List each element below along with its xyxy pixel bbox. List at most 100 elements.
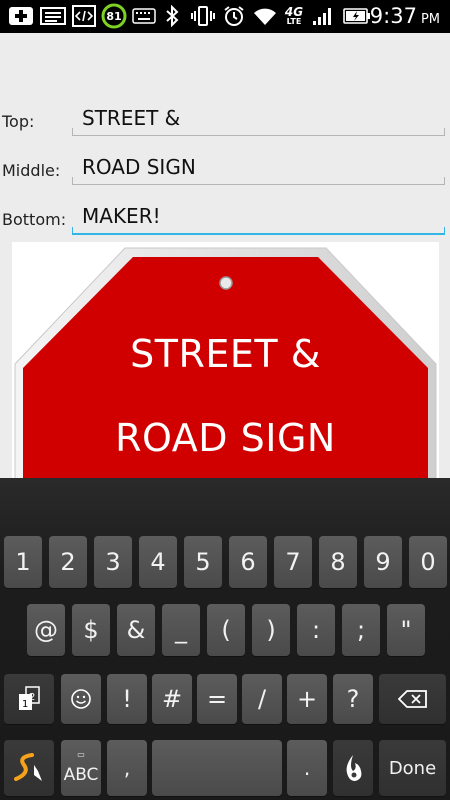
key-label: _ xyxy=(175,616,187,644)
key-label: : xyxy=(311,616,321,644)
svg-text:1: 1 xyxy=(22,699,28,710)
key-label: 5 xyxy=(195,548,211,576)
bottom-text-row: Bottom: xyxy=(0,196,450,240)
soft-keyboard: 21 ▭ ABC , . Done 1 2 3 4 5 6 7 8 9 0 @ $ & _ ():; "! # =… xyxy=(0,478,450,800)
key-underscore[interactable]: _ xyxy=(162,604,200,656)
key-1[interactable]: 1 xyxy=(4,536,42,588)
dragon-flame-icon xyxy=(346,755,362,781)
key-slash[interactable]: / xyxy=(242,674,282,724)
key-label: 6 xyxy=(240,548,256,576)
clock-time: 9:37 xyxy=(369,4,417,28)
middle-input-underline xyxy=(72,177,445,185)
key-label: & xyxy=(126,616,146,644)
key-6[interactable]: 6 xyxy=(229,536,267,588)
key-label: 8 xyxy=(330,548,346,576)
signal-bars-icon xyxy=(310,4,336,28)
key-label: $ xyxy=(83,616,99,644)
bluetooth-icon xyxy=(162,4,182,28)
done-key[interactable]: Done xyxy=(379,740,446,796)
alarm-icon xyxy=(222,4,246,28)
voice-input-key[interactable] xyxy=(333,740,373,796)
key-quote[interactable]: " xyxy=(387,604,425,656)
key-9[interactable]: 9 xyxy=(364,536,402,588)
bottom-input-underline xyxy=(72,227,445,235)
key-colon[interactable]: : xyxy=(297,604,335,656)
sign-line-2: ROAD SIGN xyxy=(115,416,336,460)
key-label: 7 xyxy=(285,548,301,576)
comma-key[interactable]: , xyxy=(107,740,147,796)
key-label: = xyxy=(206,685,228,713)
period-label: . xyxy=(303,756,311,780)
key-label: # xyxy=(161,685,183,713)
key-at[interactable]: @ xyxy=(27,604,65,656)
space-key[interactable] xyxy=(152,740,282,796)
key-ampersand[interactable]: & xyxy=(117,604,155,656)
period-key[interactable]: . xyxy=(287,740,327,796)
key-3[interactable]: 3 xyxy=(94,536,132,588)
symbols-page-icon: 21 xyxy=(19,686,40,710)
key-label: 3 xyxy=(105,548,121,576)
key-label: 2 xyxy=(60,548,76,576)
key-label: 4 xyxy=(150,548,166,576)
add-icon xyxy=(6,4,36,28)
clock: 9:37 PM xyxy=(370,4,440,28)
top-input-underline xyxy=(72,128,445,136)
key-2[interactable]: 2 xyxy=(49,536,87,588)
key-label: 9 xyxy=(375,548,391,576)
key-label: @ xyxy=(34,616,58,644)
symbols-page-key[interactable]: 21 xyxy=(4,674,54,724)
keyboard-icon xyxy=(130,4,158,28)
key-semicolon[interactable]: ; xyxy=(342,604,380,656)
key-label: ( xyxy=(221,616,231,644)
key-7[interactable]: 7 xyxy=(274,536,312,588)
key-8[interactable]: 8 xyxy=(319,536,357,588)
clock-ampm: PM xyxy=(420,12,440,27)
status-bar: 81 4G LTE 9:37 PM xyxy=(0,0,450,33)
battery-circle-icon: 81 xyxy=(100,3,128,29)
done-label: Done xyxy=(388,757,437,779)
key-dollar[interactable]: $ xyxy=(72,604,110,656)
top-label: Top: xyxy=(2,112,35,131)
sign-line-1: STREET & xyxy=(130,332,321,376)
battery-percent: 81 xyxy=(106,9,122,23)
key-question[interactable]: ? xyxy=(333,674,373,724)
key-label: 0 xyxy=(420,548,436,576)
comma-label: , xyxy=(123,756,131,780)
swype-logo-icon xyxy=(14,753,42,781)
top-text-row: Top: xyxy=(0,98,450,142)
emoji-key[interactable] xyxy=(61,674,101,724)
key-label: " xyxy=(400,616,412,644)
wifi-icon xyxy=(252,4,278,28)
key-label: 1 xyxy=(15,548,31,576)
key-4[interactable]: 4 xyxy=(139,536,177,588)
swype-key[interactable] xyxy=(4,740,54,796)
key-equals[interactable]: = xyxy=(197,674,237,724)
key-label: ! xyxy=(122,685,132,713)
key-label: ) xyxy=(266,616,276,644)
backspace-key[interactable] xyxy=(379,674,446,724)
key-close-paren[interactable]: ) xyxy=(252,604,290,656)
abc-label: ABC xyxy=(63,765,99,785)
middle-label: Middle: xyxy=(2,161,61,180)
backspace-icon xyxy=(397,690,427,708)
smiley-icon xyxy=(71,689,91,709)
key-label: + xyxy=(296,685,318,713)
bottom-label: Bottom: xyxy=(2,210,67,229)
key-exclamation[interactable]: ! xyxy=(107,674,147,724)
key-0[interactable]: 0 xyxy=(409,536,447,588)
key-label: ; xyxy=(356,616,366,644)
middle-text-row: Middle: xyxy=(0,147,450,191)
key-5[interactable]: 5 xyxy=(184,536,222,588)
lte-signal-icon: 4G LTE xyxy=(284,5,304,26)
key-label: / xyxy=(257,685,267,713)
image-icon xyxy=(38,4,68,28)
sign-hole xyxy=(219,276,233,290)
code-icon xyxy=(70,4,98,28)
sign-preview: STREET & ROAD SIGN xyxy=(12,242,439,478)
key-plus[interactable]: + xyxy=(287,674,327,724)
abc-key[interactable]: ▭ ABC xyxy=(61,740,101,796)
key-open-paren[interactable]: ( xyxy=(207,604,245,656)
battery-icon xyxy=(342,4,372,28)
key-hash[interactable]: # xyxy=(152,674,192,724)
key-label: ? xyxy=(346,685,360,713)
